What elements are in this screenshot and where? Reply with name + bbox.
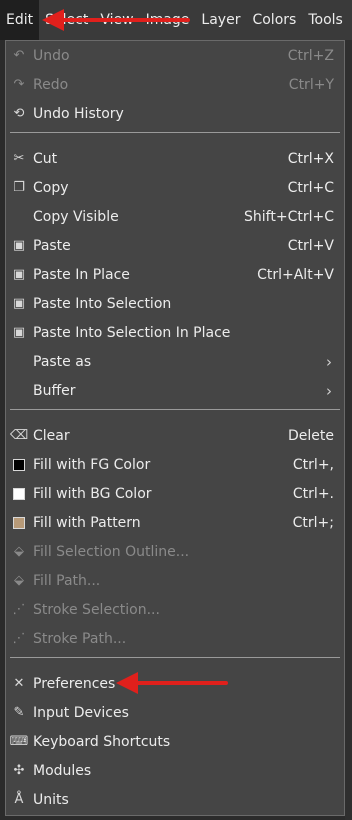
menu-item-label: Paste In Place [33,266,130,283]
menu-item-label: Paste [33,237,71,254]
menu-item-shortcut: Shift+Ctrl+C [244,208,334,225]
menu-item-label: Paste as [33,353,92,370]
menu-item-shortcut: Delete [288,427,334,444]
menu-item-shortcut: Ctrl+X [287,150,334,167]
backspace-icon: ⌫ [9,428,29,443]
scissors-icon: ✂ [13,151,25,166]
menu-item-units[interactable]: Å Units [6,785,344,814]
menu-item-buffer[interactable]: Buffer › [6,376,344,405]
menu-item-shortcut: Ctrl+V [287,237,334,254]
menu-item-label: Stroke Selection... [33,601,160,618]
clipboard-icon: ▣ [12,267,26,282]
menu-item-paste-into-selection[interactable]: ▣ Paste Into Selection [6,289,344,318]
menu-item-label: Cut [33,150,58,167]
redo-icon: ↷ [13,77,25,92]
menu-item-stroke-path[interactable]: ⋰ Stroke Path... [6,624,344,653]
menu-item-label: Fill with Pattern [33,514,141,531]
clipboard-icon: ▣ [12,238,26,253]
menu-select[interactable]: Select [39,0,94,40]
menu-item-fill-bg[interactable]: Fill with BG Color Ctrl+. [6,479,344,508]
menu-item-label: Fill Path... [33,572,101,589]
menu-separator [10,132,340,133]
bucket-fill-icon: ⬙ [14,573,24,588]
menu-item-label: Preferences [33,675,116,692]
menu-item-shortcut: Ctrl+Z [287,47,334,64]
menu-item-label: Units [33,791,69,808]
menu-tools[interactable]: Tools [302,0,349,40]
menu-separator [10,657,340,658]
stroke-selection-icon: ⋰ [12,602,26,617]
menu-item-preferences[interactable]: ✕ Preferences [6,669,344,698]
menu-item-label: Copy Visible [33,208,119,225]
chevron-right-icon: › [326,381,332,400]
menu-item-cut[interactable]: ✂ Cut Ctrl+X [6,144,344,173]
menu-item-label: Clear [33,427,70,444]
menu-item-fill-pattern[interactable]: Fill with Pattern Ctrl+; [6,508,344,537]
menu-item-shortcut: Ctrl+Y [288,76,334,93]
menu-item-label: Copy [33,179,69,196]
menu-item-fill-path[interactable]: ⬙ Fill Path... [6,566,344,595]
edit-menu-dropdown: ↶ Undo Ctrl+Z ↷ Redo Ctrl+Y ⟲ Undo Histo… [5,40,345,816]
menu-item-clear[interactable]: ⌫ Clear Delete [6,421,344,450]
menu-bar: Edit Select View Image Layer Colors Tool… [0,0,352,41]
menu-item-shortcut: Ctrl+. [292,485,334,502]
menu-item-keyboard-shortcuts[interactable]: ⌨ Keyboard Shortcuts [6,727,344,756]
menu-item-label: Fill with FG Color [33,456,151,473]
menu-item-label: Paste Into Selection In Place [33,324,231,341]
plugin-icon: ✣ [13,763,25,778]
undo-history-icon: ⟲ [13,106,25,121]
menu-item-copy-visible[interactable]: Copy Visible Shift+Ctrl+C [6,202,344,231]
menu-item-input-devices[interactable]: ✎ Input Devices [6,698,344,727]
menu-item-paste[interactable]: ▣ Paste Ctrl+V [6,231,344,260]
menu-item-paste-in-place[interactable]: ▣ Paste In Place Ctrl+Alt+V [6,260,344,289]
menu-item-label: Fill with BG Color [33,485,152,502]
menu-item-stroke-selection[interactable]: ⋰ Stroke Selection... [6,595,344,624]
paste-selection-icon: ▣ [12,296,26,311]
tools-icon: ✕ [13,676,25,691]
units-icon: Å [14,792,24,807]
menu-item-label: Undo [33,47,70,64]
menu-item-shortcut: Ctrl+; [292,514,334,531]
menu-item-undo-history[interactable]: ⟲ Undo History [6,99,344,128]
menu-item-shortcut: Ctrl+, [292,456,334,473]
menu-view[interactable]: View [94,0,139,40]
menu-image[interactable]: Image [140,0,196,40]
menu-item-modules[interactable]: ✣ Modules [6,756,344,785]
menu-item-label: Paste Into Selection [33,295,172,312]
fg-color-swatch-icon [12,458,26,472]
chevron-right-icon: › [326,352,332,371]
menu-item-label: Undo History [33,105,124,122]
pattern-swatch-icon [12,516,26,530]
undo-icon: ↶ [13,48,25,63]
bucket-fill-icon: ⬙ [14,544,24,559]
menu-item-shortcut: Ctrl+Alt+V [257,266,334,283]
stroke-path-icon: ⋰ [12,631,26,646]
menu-item-redo[interactable]: ↷ Redo Ctrl+Y [6,70,344,99]
menu-item-label: Modules [33,762,92,779]
tablet-pen-icon: ✎ [13,705,25,720]
menu-item-copy[interactable]: ❐ Copy Ctrl+C [6,173,344,202]
menu-item-label: Fill Selection Outline... [33,543,190,560]
menu-item-fill-selection-outline[interactable]: ⬙ Fill Selection Outline... [6,537,344,566]
menu-item-label: Keyboard Shortcuts [33,733,171,750]
menu-item-undo[interactable]: ↶ Undo Ctrl+Z [6,41,344,70]
bg-color-swatch-icon [12,487,26,501]
menu-item-paste-into-selection-in-place[interactable]: ▣ Paste Into Selection In Place [6,318,344,347]
menu-layer[interactable]: Layer [195,0,246,40]
menu-item-shortcut: Ctrl+C [287,179,334,196]
background-canvas-edge [345,40,352,820]
menu-item-label: Stroke Path... [33,630,127,647]
copy-icon: ❐ [13,180,25,195]
menu-separator [10,409,340,410]
menu-item-label: Input Devices [33,704,129,721]
menu-colors[interactable]: Colors [246,0,302,40]
menu-item-label: Buffer [33,382,76,399]
menu-item-fill-fg[interactable]: Fill with FG Color Ctrl+, [6,450,344,479]
menu-item-label: Redo [33,76,69,93]
paste-selection-icon: ▣ [12,325,26,340]
menu-item-paste-as[interactable]: Paste as › [6,347,344,376]
menu-edit[interactable]: Edit [0,0,40,40]
keyboard-icon: ⌨ [9,734,29,749]
